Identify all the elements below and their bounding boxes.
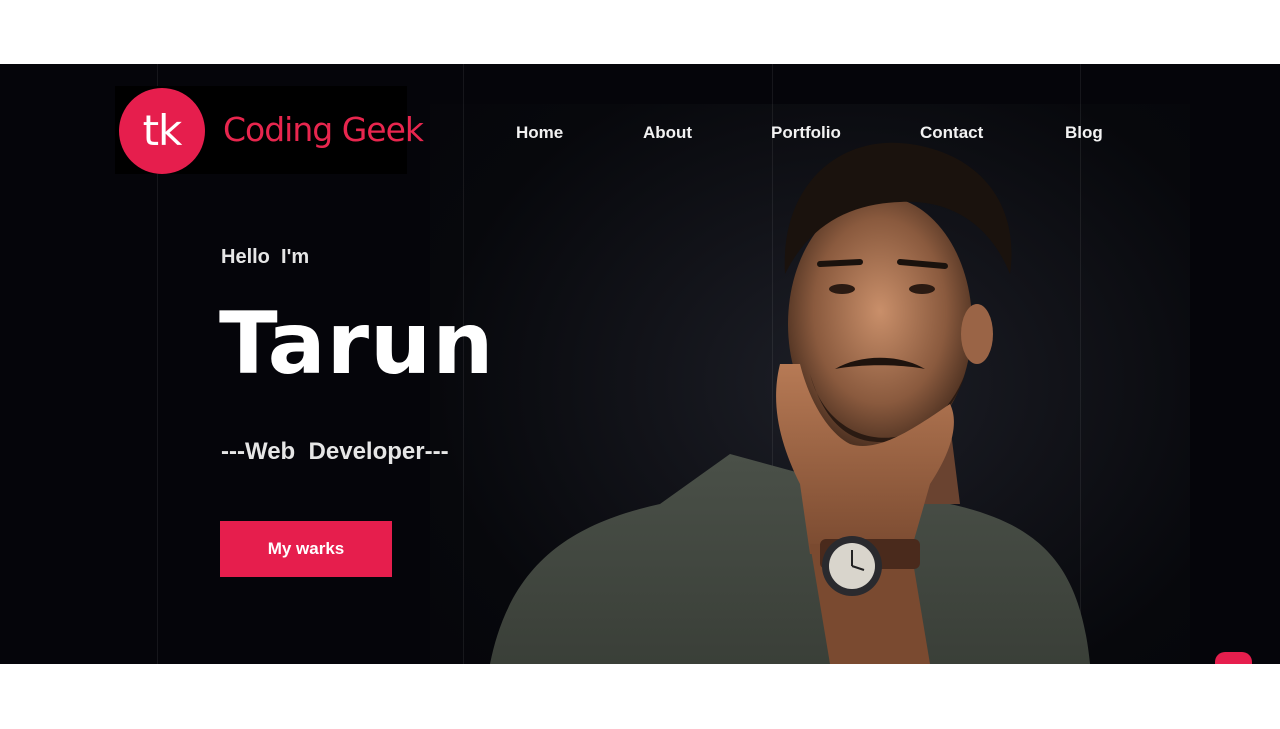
my-works-button[interactable]: My warks (220, 521, 392, 577)
hero-section: tk Coding Geek Home About Portfolio Cont… (0, 64, 1280, 664)
brand-name: Coding Geek (223, 110, 424, 149)
brand-monogram: tk (119, 88, 205, 174)
brand-logo[interactable]: tk Coding Geek (115, 86, 424, 174)
nav-item-about[interactable]: About (643, 123, 692, 143)
nav-item-home[interactable]: Home (516, 123, 563, 143)
scroll-to-top-button[interactable] (1215, 652, 1252, 664)
hero-role: ---Web Developer--- (221, 438, 449, 465)
nav-item-portfolio[interactable]: Portfolio (771, 123, 841, 143)
hero-name: Tarun (219, 294, 495, 394)
hero-greeting: Hello I'm (221, 246, 310, 268)
nav-item-blog[interactable]: Blog (1065, 123, 1103, 143)
nav-item-contact[interactable]: Contact (920, 123, 983, 143)
portrait-photo (490, 142, 1090, 664)
page: tk Coding Geek Home About Portfolio Cont… (0, 0, 1280, 729)
